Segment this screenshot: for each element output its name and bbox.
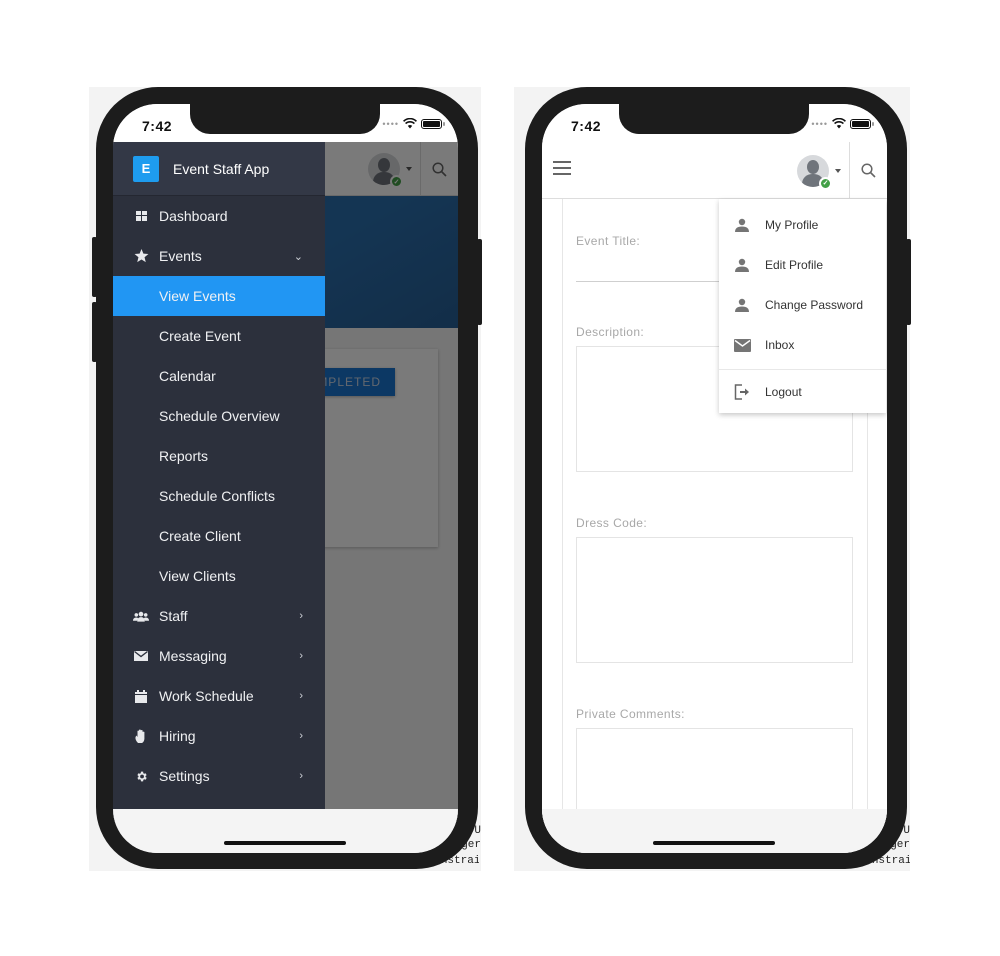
- nav-label: Dashboard: [159, 208, 228, 224]
- description-label: Description:: [576, 325, 645, 339]
- nav-item-messaging[interactable]: Messaging ›: [113, 636, 325, 676]
- caret-down-icon: [835, 168, 841, 173]
- envelope-icon: [733, 338, 751, 352]
- home-indicator[interactable]: [224, 841, 346, 845]
- chevron-right-icon: ›: [299, 650, 303, 662]
- menu-item-edit-profile[interactable]: Edit Profile: [719, 245, 886, 285]
- nav-item-settings[interactable]: Settings ›: [113, 756, 325, 796]
- user-avatar-button[interactable]: ✓: [797, 154, 832, 190]
- home-indicator[interactable]: [653, 841, 775, 845]
- notch: [190, 104, 380, 134]
- signal-icon: ••••: [382, 118, 399, 129]
- logout-icon: [733, 384, 751, 400]
- chevron-right-icon: ›: [299, 770, 303, 782]
- person-icon: [733, 298, 751, 312]
- nav-menu: Dashboard Events ⌄ View Events Create Ev…: [113, 196, 325, 796]
- dress-code-textarea[interactable]: [576, 537, 853, 663]
- nav-item-hiring[interactable]: Hiring ›: [113, 716, 325, 756]
- private-comments-label: Private Comments:: [576, 707, 685, 721]
- menu-item-inbox[interactable]: Inbox: [719, 325, 886, 365]
- bottom-safe-area: [113, 809, 458, 853]
- calendar-icon: [133, 689, 149, 703]
- nav-label: Create Client: [159, 528, 241, 544]
- nav-item-create-event[interactable]: Create Event: [113, 316, 325, 356]
- nav-item-work-schedule[interactable]: Work Schedule ›: [113, 676, 325, 716]
- hand-icon: [133, 729, 149, 743]
- event-title-label: Event Title:: [576, 234, 641, 248]
- phone-frame-left: 7:42 •••• ✓ MPLETED: [92, 87, 482, 869]
- dashboard-icon: [133, 211, 149, 221]
- menu-item-my-profile[interactable]: My Profile: [719, 205, 886, 245]
- nav-label: Create Event: [159, 328, 241, 344]
- online-status-icon: ✓: [819, 176, 832, 190]
- nav-label: View Clients: [159, 568, 236, 584]
- nav-item-calendar[interactable]: Calendar: [113, 356, 325, 396]
- brand-logo: E: [133, 155, 159, 182]
- chevron-right-icon: ›: [299, 610, 303, 622]
- star-icon: [133, 249, 149, 263]
- person-icon: [733, 258, 751, 272]
- nav-drawer: E Event Staff App Dashboard Events ⌄ Vie…: [113, 142, 325, 832]
- users-icon: [133, 611, 149, 622]
- power-button: [906, 239, 911, 325]
- battery-icon: [850, 118, 874, 129]
- signal-icon: ••••: [811, 118, 828, 129]
- search-icon: [861, 163, 876, 178]
- nav-item-view-clients[interactable]: View Clients: [113, 556, 325, 596]
- nav-label: Schedule Conflicts: [159, 488, 275, 504]
- screen: 7:42 •••• ✓ Event Title: Description: Dr…: [542, 104, 887, 853]
- wifi-icon: [832, 118, 846, 129]
- battery-icon: [421, 118, 445, 129]
- chevron-right-icon: ›: [299, 690, 303, 702]
- nav-item-schedule-overview[interactable]: Schedule Overview: [113, 396, 325, 436]
- menu-label: Inbox: [765, 338, 795, 352]
- bottom-safe-area: [542, 809, 887, 853]
- search-button[interactable]: [849, 142, 887, 199]
- nav-item-schedule-conflicts[interactable]: Schedule Conflicts: [113, 476, 325, 516]
- volume-button: [92, 237, 97, 297]
- menu-icon[interactable]: [553, 161, 571, 175]
- form-border: [562, 199, 563, 839]
- nav-label: Reports: [159, 448, 209, 464]
- nav-item-staff[interactable]: Staff ›: [113, 596, 325, 636]
- dress-code-label: Dress Code:: [576, 516, 648, 530]
- notch: [619, 104, 809, 134]
- app-topbar: ✓: [542, 142, 887, 199]
- user-menu-dropdown: My Profile Edit Profile Change Password …: [719, 199, 886, 413]
- chevron-down-icon: ⌄: [293, 250, 303, 263]
- status-time: 7:42: [142, 118, 173, 134]
- menu-item-change-password[interactable]: Change Password: [719, 285, 886, 325]
- nav-item-create-client[interactable]: Create Client: [113, 516, 325, 556]
- chevron-right-icon: ›: [299, 730, 303, 742]
- menu-label: Logout: [765, 385, 802, 399]
- status-time: 7:42: [571, 118, 602, 134]
- nav-item-reports[interactable]: Reports: [113, 436, 325, 476]
- nav-item-view-events[interactable]: View Events: [113, 276, 325, 316]
- screen: 7:42 •••• ✓ MPLETED: [113, 104, 458, 853]
- drawer-header: E Event Staff App: [113, 142, 325, 196]
- nav-item-events[interactable]: Events ⌄: [113, 236, 325, 276]
- nav-label: Schedule Overview: [159, 408, 280, 424]
- phone-frame-right: 7:42 •••• ✓ Event Title: Description: Dr…: [525, 87, 911, 869]
- menu-label: My Profile: [765, 218, 819, 232]
- volume-button: [92, 302, 97, 362]
- person-icon: [733, 218, 751, 232]
- power-button: [477, 239, 482, 325]
- menu-label: Edit Profile: [765, 258, 824, 272]
- menu-item-logout[interactable]: Logout: [719, 370, 886, 414]
- nav-label: Calendar: [159, 368, 216, 384]
- wifi-icon: [403, 118, 417, 129]
- envelope-icon: [133, 651, 149, 661]
- nav-item-dashboard[interactable]: Dashboard: [113, 196, 325, 236]
- nav-label: View Events: [159, 288, 236, 304]
- gear-icon: [133, 770, 149, 783]
- brand-title: Event Staff App: [173, 160, 270, 177]
- menu-label: Change Password: [765, 298, 864, 312]
